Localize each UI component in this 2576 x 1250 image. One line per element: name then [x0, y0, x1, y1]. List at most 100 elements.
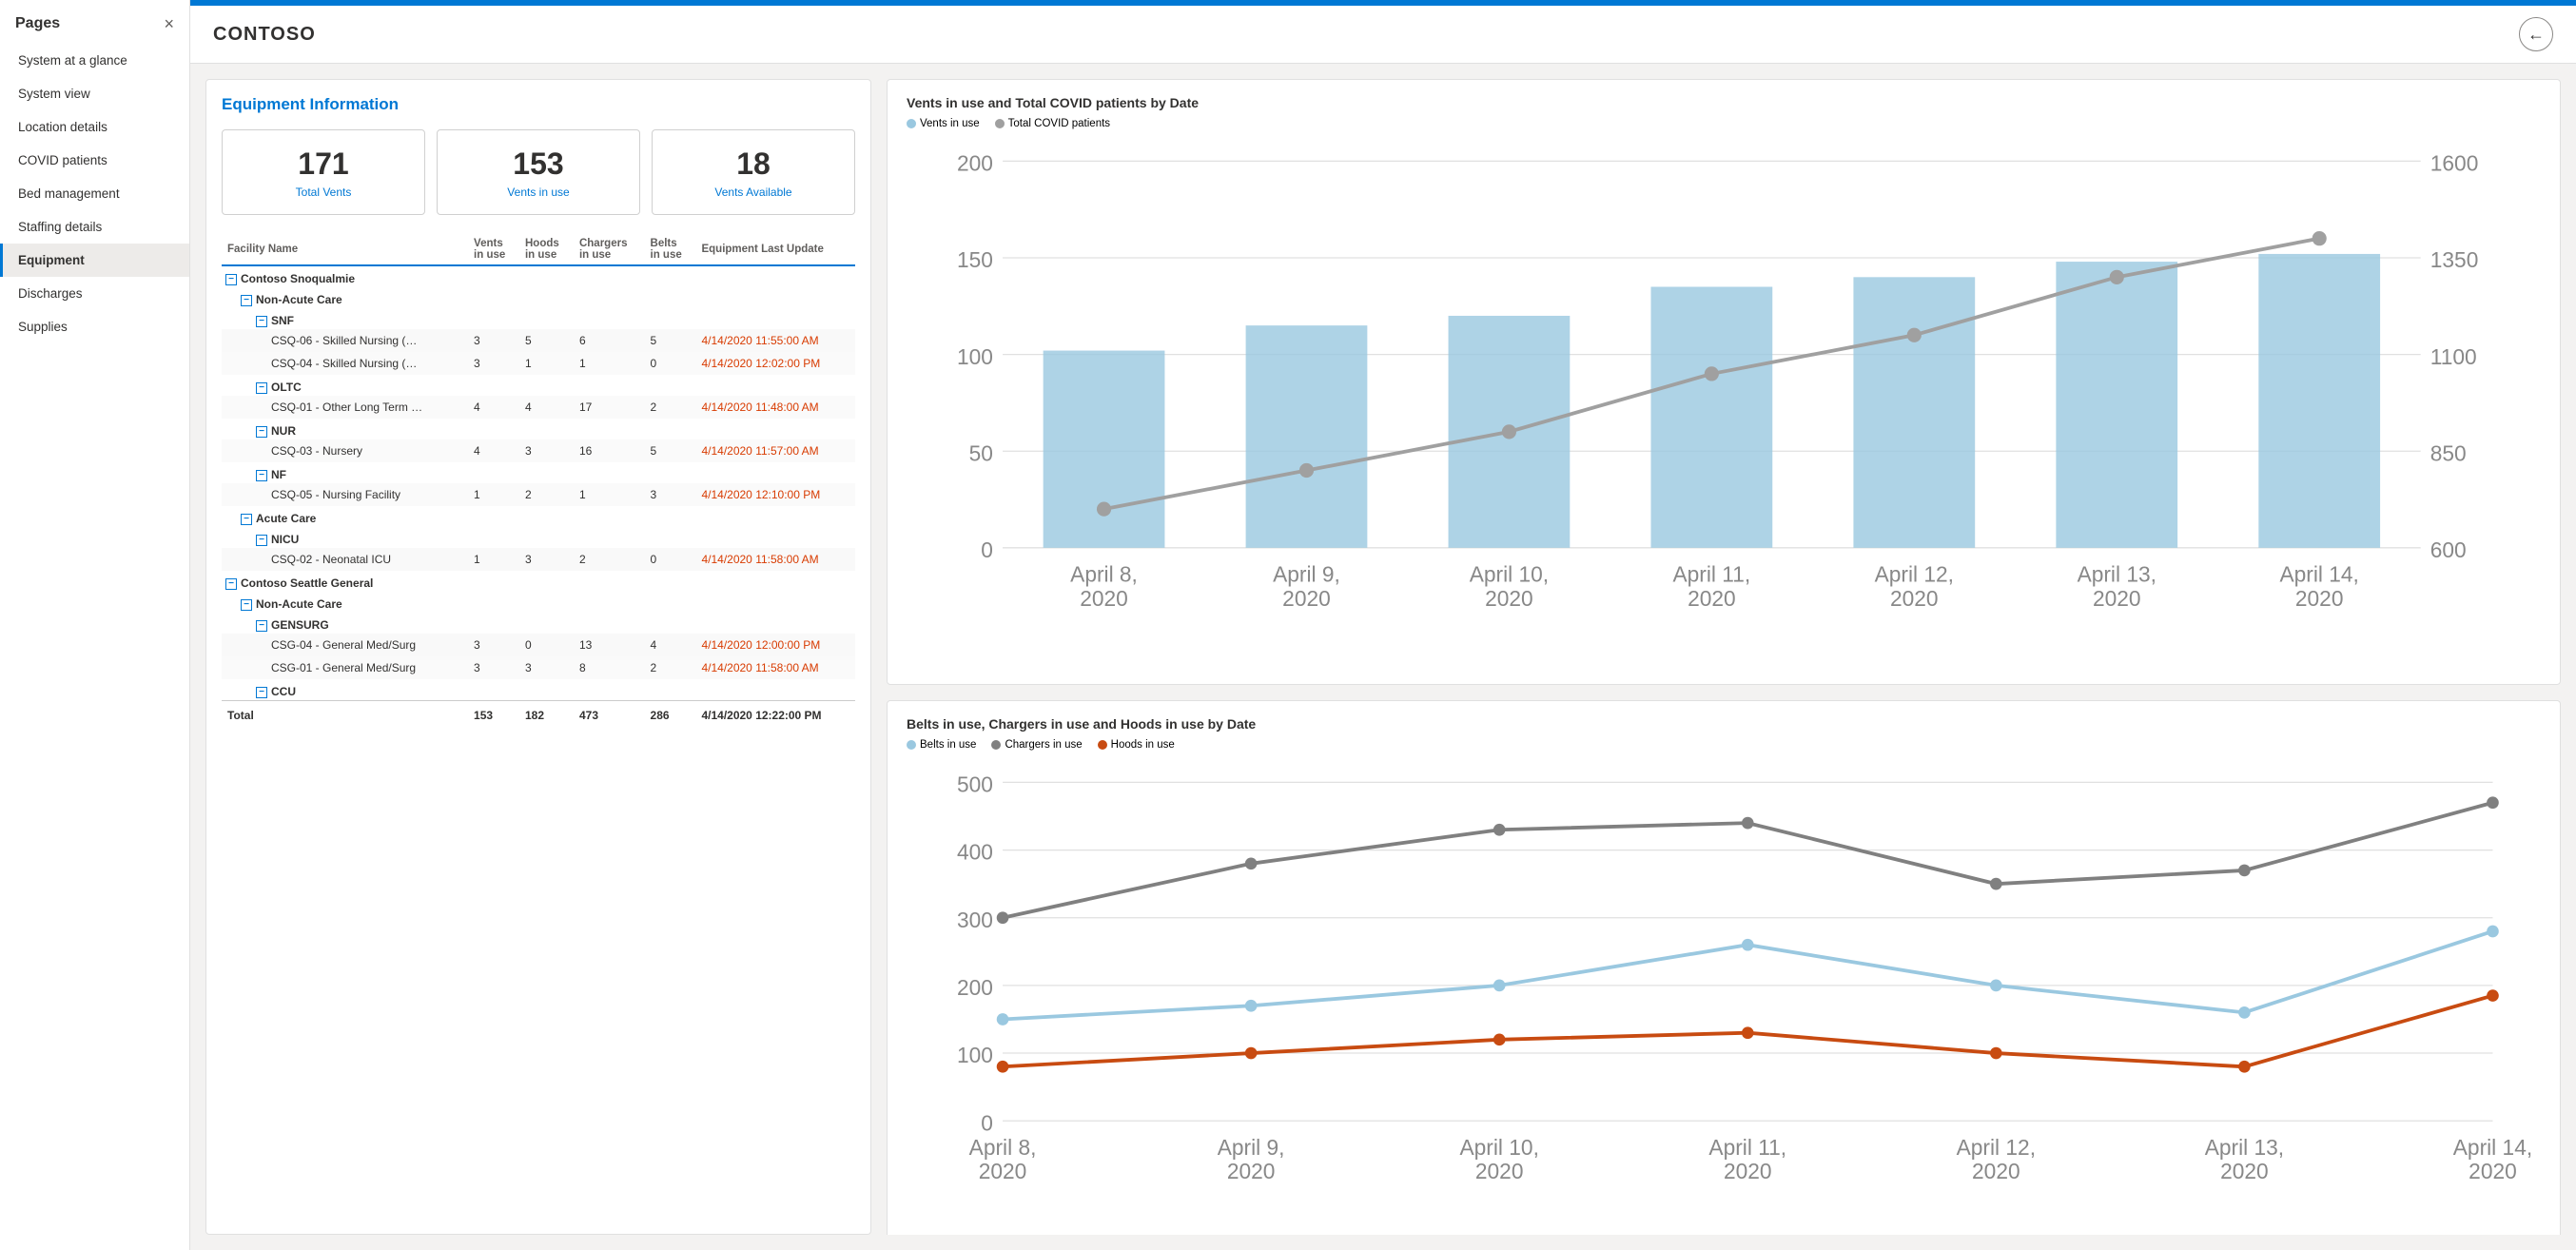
- collapse-icon[interactable]: −: [241, 295, 252, 306]
- back-button[interactable]: ←: [2519, 17, 2553, 51]
- update-date: 4/14/2020 11:57:00 AM: [695, 439, 855, 462]
- svg-text:100: 100: [957, 344, 993, 369]
- sidebar-item-equipment[interactable]: Equipment: [0, 244, 189, 277]
- sidebar-item-covid-patients[interactable]: COVID patients: [0, 144, 189, 177]
- svg-text:200: 200: [957, 975, 993, 1000]
- equipment-table-container[interactable]: Facility NameVentsin useHoodsin useCharg…: [222, 234, 855, 1219]
- svg-text:April 9,: April 9,: [1218, 1135, 1285, 1160]
- sidebar-item-supplies[interactable]: Supplies: [0, 310, 189, 343]
- stat-label: Vents Available: [668, 186, 839, 199]
- collapse-icon[interactable]: −: [256, 470, 267, 481]
- stats-row: 171 Total Vents 153 Vents in use 18 Vent…: [222, 129, 855, 215]
- svg-text:1100: 1100: [2430, 344, 2477, 369]
- sidebar-item-location-details[interactable]: Location details: [0, 110, 189, 144]
- collapse-icon[interactable]: −: [241, 514, 252, 525]
- stat-label: Total Vents: [238, 186, 409, 199]
- cell-value: CSG-01 - General Med/Surg: [222, 656, 468, 679]
- svg-text:0: 0: [981, 1110, 993, 1135]
- svg-text:150: 150: [957, 247, 993, 272]
- table-row[interactable]: CSQ-03 - Nursery431654/14/2020 11:57:00 …: [222, 439, 855, 462]
- charts-panel: Vents in use and Total COVID patients by…: [887, 79, 2561, 1235]
- chart1-legend: Vents in use Total COVID patients: [907, 118, 2541, 129]
- legend-dot: [1098, 740, 1107, 750]
- cell-value: CSQ-03 - Nursery: [222, 439, 468, 462]
- legend-item: Hoods in use: [1098, 739, 1175, 751]
- update-date: 4/14/2020 11:58:00 AM: [695, 548, 855, 571]
- svg-text:2020: 2020: [2295, 586, 2344, 611]
- legend-dot: [995, 119, 1005, 128]
- table-row: −Non-Acute Care: [222, 592, 855, 613]
- collapse-icon[interactable]: −: [256, 535, 267, 546]
- cell-value: 1: [574, 352, 645, 375]
- cell-value: 3: [468, 352, 519, 375]
- cell-value: CSQ-05 - Nursing Facility: [222, 483, 468, 506]
- table-row[interactable]: CSQ-06 - Skilled Nursing (…35654/14/2020…: [222, 329, 855, 352]
- cell-value: 3: [468, 634, 519, 656]
- table-row[interactable]: CSG-01 - General Med/Surg33824/14/2020 1…: [222, 656, 855, 679]
- cell-value: 4: [468, 396, 519, 419]
- update-date: 4/14/2020 12:02:00 PM: [695, 352, 855, 375]
- col-header: Equipment Last Update: [695, 234, 855, 265]
- total-cell: 4/14/2020 12:22:00 PM: [695, 701, 855, 728]
- collapse-icon[interactable]: −: [256, 382, 267, 394]
- sidebar-item-staffing-details[interactable]: Staffing details: [0, 210, 189, 244]
- svg-text:April 12,: April 12,: [1875, 561, 1954, 586]
- table-row[interactable]: CSQ-02 - Neonatal ICU13204/14/2020 11:58…: [222, 548, 855, 571]
- total-cell: 153: [468, 701, 519, 728]
- stat-card: 153 Vents in use: [437, 129, 640, 215]
- chart2-title: Belts in use, Chargers in use and Hoods …: [907, 716, 2541, 732]
- close-button[interactable]: ×: [164, 15, 174, 32]
- update-date: 4/14/2020 11:48:00 AM: [695, 396, 855, 419]
- col-header: Hoodsin use: [519, 234, 574, 265]
- page-title: CONTOSO: [213, 24, 316, 46]
- chart2-card: Belts in use, Chargers in use and Hoods …: [887, 700, 2561, 1235]
- legend-dot: [991, 740, 1001, 750]
- update-date: 4/14/2020 11:58:00 AM: [695, 656, 855, 679]
- sidebar-item-system-view[interactable]: System view: [0, 77, 189, 110]
- svg-text:2020: 2020: [1282, 586, 1331, 611]
- collapse-icon[interactable]: −: [225, 578, 237, 590]
- table-row[interactable]: CSG-04 - General Med/Surg301344/14/2020 …: [222, 634, 855, 656]
- svg-text:400: 400: [957, 839, 993, 864]
- cell-value: CSG-04 - General Med/Surg: [222, 634, 468, 656]
- table-row[interactable]: CSQ-01 - Other Long Term …441724/14/2020…: [222, 396, 855, 419]
- cell-value: 2: [519, 483, 574, 506]
- svg-text:50: 50: [969, 440, 993, 465]
- collapse-icon[interactable]: −: [256, 316, 267, 327]
- svg-text:200: 200: [957, 151, 993, 176]
- cell-value: 2: [645, 396, 696, 419]
- cell-value: CSQ-04 - Skilled Nursing (…: [222, 352, 468, 375]
- collapse-icon[interactable]: −: [241, 599, 252, 611]
- cell-value: 3: [468, 656, 519, 679]
- svg-text:2020: 2020: [979, 1159, 1027, 1183]
- cell-value: 6: [574, 329, 645, 352]
- total-cell: 286: [645, 701, 696, 728]
- table-row: −NUR: [222, 419, 855, 439]
- collapse-icon[interactable]: −: [225, 274, 237, 285]
- cell-value: 1: [468, 548, 519, 571]
- collapse-icon[interactable]: −: [256, 426, 267, 438]
- svg-text:April 8,: April 8,: [969, 1135, 1037, 1160]
- cell-value: 2: [645, 656, 696, 679]
- sidebar-item-bed-management[interactable]: Bed management: [0, 177, 189, 210]
- table-row[interactable]: CSQ-04 - Skilled Nursing (…31104/14/2020…: [222, 352, 855, 375]
- collapse-icon[interactable]: −: [256, 620, 267, 632]
- content-area: Equipment Information 171 Total Vents 15…: [190, 64, 2576, 1250]
- cell-value: 16: [574, 439, 645, 462]
- svg-text:0: 0: [981, 537, 993, 562]
- equipment-table: Facility NameVentsin useHoodsin useCharg…: [222, 234, 855, 727]
- svg-text:100: 100: [957, 1043, 993, 1067]
- cell-value: 4: [468, 439, 519, 462]
- total-cell: Total: [222, 701, 468, 728]
- table-row[interactable]: CSQ-05 - Nursing Facility12134/14/2020 1…: [222, 483, 855, 506]
- svg-text:April 14,: April 14,: [2280, 561, 2359, 586]
- svg-text:850: 850: [2430, 440, 2467, 465]
- svg-text:2020: 2020: [1724, 1159, 1772, 1183]
- sidebar-item-system-glance[interactable]: System at a glance: [0, 44, 189, 77]
- total-cell: 473: [574, 701, 645, 728]
- collapse-icon[interactable]: −: [256, 687, 267, 698]
- chart2-area: 0100200300400500April 8,2020April 9,2020…: [907, 758, 2541, 1235]
- svg-text:2020: 2020: [1080, 586, 1128, 611]
- cell-value: 5: [645, 329, 696, 352]
- sidebar-item-discharges[interactable]: Discharges: [0, 277, 189, 310]
